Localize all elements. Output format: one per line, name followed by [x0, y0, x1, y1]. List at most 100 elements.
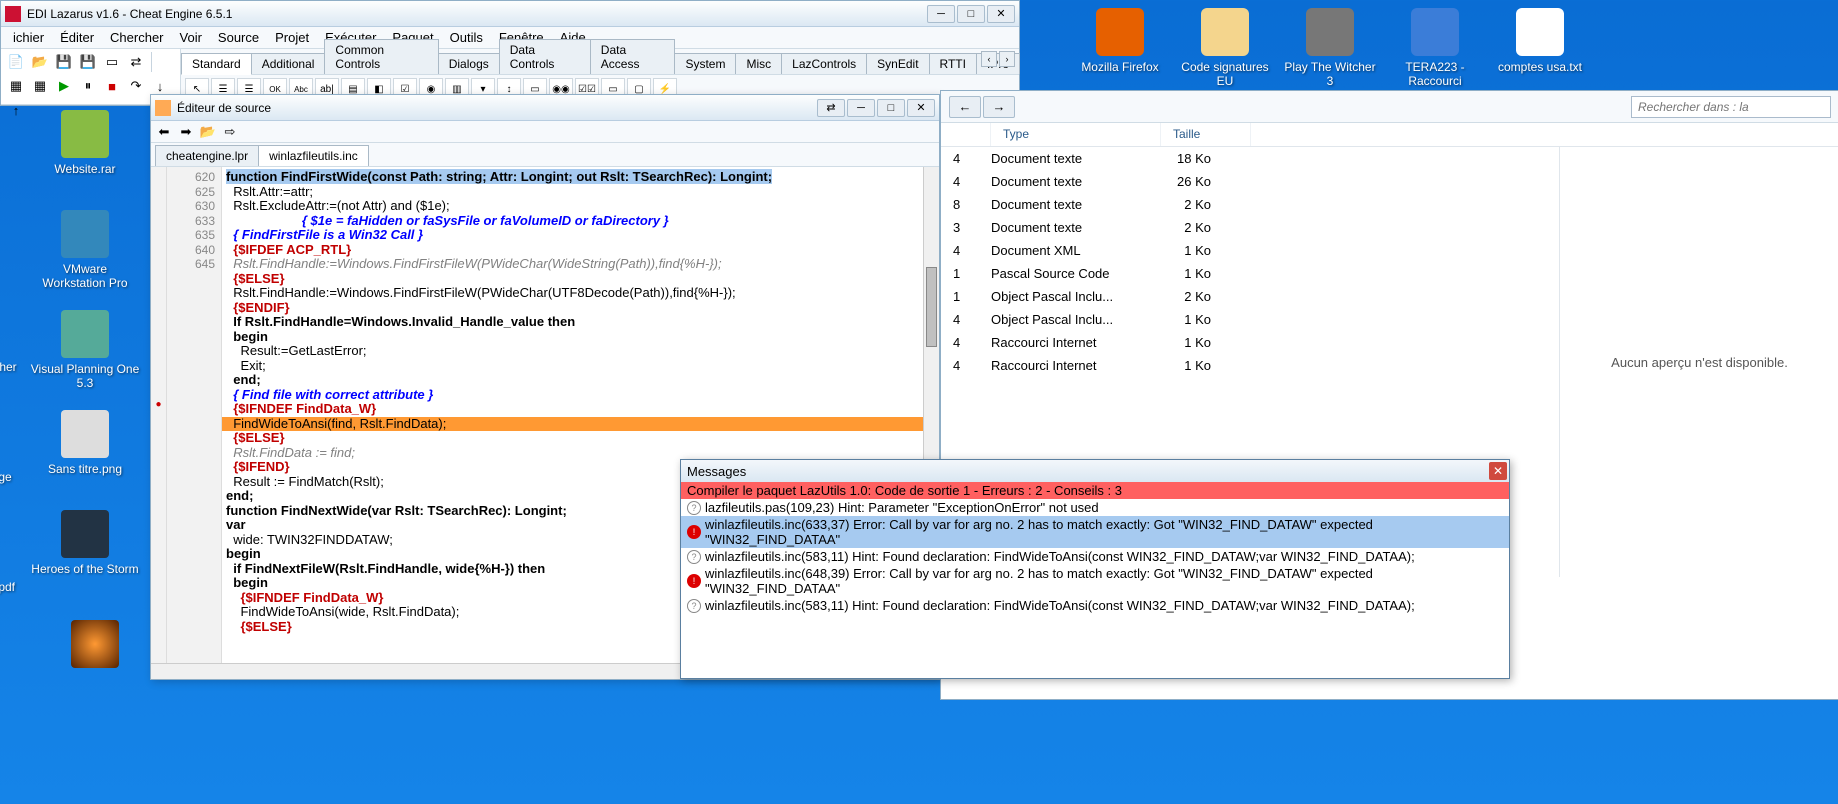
open-button[interactable]: 📂	[29, 51, 51, 73]
file-row[interactable]: 4Document texte26 Ko	[941, 170, 1559, 193]
desktop-icon[interactable]: TERA223 - Raccourci	[1385, 8, 1485, 88]
menu-projet[interactable]: Projet	[267, 28, 317, 47]
desktop-icon[interactable]	[40, 620, 150, 672]
file-row[interactable]: 1Pascal Source Code1 Ko	[941, 262, 1559, 285]
save-button[interactable]: 💾	[53, 51, 75, 73]
app-icon	[1201, 8, 1249, 56]
close-button[interactable]: ✕	[987, 5, 1015, 23]
window-title: EDI Lazarus v1.6 - Cheat Engine 6.5.1	[27, 7, 927, 21]
component-tab-data-controls[interactable]: Data Controls	[499, 39, 591, 74]
pause-button[interactable]: ⏸	[77, 75, 99, 97]
desktop-icon[interactable]: comptes usa.txt	[1490, 8, 1590, 74]
ide-window: EDI Lazarus v1.6 - Cheat Engine 6.5.1 ─ …	[0, 0, 1020, 106]
source-close-button[interactable]: ✕	[907, 99, 935, 117]
desktop-icon-edge[interactable]: .pdf	[0, 580, 20, 594]
titlebar[interactable]: EDI Lazarus v1.6 - Cheat Engine 6.5.1 ─ …	[1, 1, 1019, 27]
message-line[interactable]: ?lazfileutils.pas(109,23) Hint: Paramete…	[681, 499, 1509, 516]
new-form-button[interactable]: ▭	[101, 51, 123, 73]
component-tab-system[interactable]: System	[674, 53, 736, 74]
source-tab[interactable]: cheatengine.lpr	[155, 145, 259, 166]
message-line[interactable]: !winlazfileutils.inc(633,37) Error: Call…	[681, 516, 1509, 548]
search-input[interactable]	[1631, 96, 1831, 118]
source-tabs: cheatengine.lprwinlazfileutils.inc	[151, 143, 939, 167]
messages-titlebar[interactable]: Messages ✕	[681, 460, 1509, 482]
file-row[interactable]: 4Document texte18 Ko	[941, 147, 1559, 170]
nav-back-button[interactable]: ←	[949, 96, 981, 118]
message-line[interactable]: ?winlazfileutils.inc(583,11) Hint: Found…	[681, 597, 1509, 614]
toggle-button[interactable]: ⇄	[125, 51, 147, 73]
component-tab-misc[interactable]: Misc	[735, 53, 782, 74]
file-row[interactable]: 4Object Pascal Inclu...1 Ko	[941, 308, 1559, 331]
maximize-button[interactable]: □	[957, 5, 985, 23]
component-tab-common-controls[interactable]: Common Controls	[324, 39, 438, 74]
source-maximize-button[interactable]: □	[877, 99, 905, 117]
col-size[interactable]: Taille	[1161, 123, 1251, 146]
component-tab-rtti[interactable]: RTTI	[929, 53, 977, 74]
file-row[interactable]: 8Document texte2 Ko	[941, 193, 1559, 216]
new-button[interactable]: 📄	[5, 51, 27, 73]
col-type[interactable]: Type	[991, 123, 1161, 146]
source-minimize-button[interactable]: ─	[847, 99, 875, 117]
step-out-button[interactable]: ↑	[5, 99, 27, 121]
component-tab-lazcontrols[interactable]: LazControls	[781, 53, 867, 74]
forms-button[interactable]: ▦	[29, 75, 51, 97]
component-tab-dialogs[interactable]: Dialogs	[438, 53, 500, 74]
source-titlebar[interactable]: Éditeur de source ⇄ ─ □ ✕	[151, 95, 939, 121]
component-tab-additional[interactable]: Additional	[251, 53, 326, 74]
units-button[interactable]: ▦	[5, 75, 27, 97]
tab-next-button[interactable]: ›	[999, 51, 1015, 67]
save-all-button[interactable]: 💾	[77, 51, 99, 73]
menu-ichier[interactable]: ichier	[5, 28, 52, 47]
stop-button[interactable]: ■	[101, 75, 123, 97]
desktop-icon[interactable]: VMware Workstation Pro	[30, 210, 140, 290]
file-row[interactable]: 4Raccourci Internet1 Ko	[941, 331, 1559, 354]
menu-source[interactable]: Source	[210, 28, 267, 47]
desktop-icon[interactable]: Heroes of the Storm	[30, 510, 140, 576]
desktop-icon[interactable]: Sans titre.png	[30, 410, 140, 476]
component-tab-data-access[interactable]: Data Access	[590, 39, 676, 74]
message-line[interactable]: !winlazfileutils.inc(648,39) Error: Call…	[681, 565, 1509, 597]
minimize-button[interactable]: ─	[927, 5, 955, 23]
menu-voir[interactable]: Voir	[172, 28, 210, 47]
menu-éditer[interactable]: Éditer	[52, 28, 102, 47]
err-icon: !	[687, 574, 701, 588]
source-toolbar: ⬅ ➡ 📂 ⇨	[151, 121, 939, 143]
source-tab[interactable]: winlazfileutils.inc	[258, 145, 369, 166]
desktop-icon[interactable]: Code signatures EU	[1175, 8, 1275, 88]
file-row[interactable]: 4Document XML1 Ko	[941, 239, 1559, 262]
desktop-icon[interactable]: Mozilla Firefox	[1070, 8, 1170, 74]
hint-icon: ?	[687, 550, 701, 564]
preview-pane: Aucun aperçu n'est disponible.	[1559, 147, 1838, 577]
component-tab-standard[interactable]: Standard	[181, 53, 252, 75]
desktop-icon[interactable]: Website.rar	[30, 110, 140, 176]
game-icon	[71, 620, 119, 668]
messages-close-button[interactable]: ✕	[1489, 462, 1507, 480]
app-icon	[1096, 8, 1144, 56]
run-button[interactable]: ▶	[53, 75, 75, 97]
message-line[interactable]: ?winlazfileutils.inc(583,11) Hint: Found…	[681, 548, 1509, 565]
nav-fwd-icon[interactable]: ➡	[177, 123, 195, 141]
messages-title: Messages	[687, 464, 746, 479]
app-icon	[61, 110, 109, 158]
app-icon	[1306, 8, 1354, 56]
source-sync-button[interactable]: ⇄	[817, 99, 845, 117]
menu-chercher[interactable]: Chercher	[102, 28, 171, 47]
component-tab-synedit[interactable]: SynEdit	[866, 53, 929, 74]
file-row[interactable]: 4Raccourci Internet1 Ko	[941, 354, 1559, 377]
file-row[interactable]: 3Document texte2 Ko	[941, 216, 1559, 239]
desktop-icon[interactable]: Visual Planning One 5.3	[30, 310, 140, 390]
menu-outils[interactable]: Outils	[442, 28, 491, 47]
desktop-icon[interactable]: Play The Witcher 3	[1280, 8, 1380, 88]
gutter: 620625630633635640645	[167, 167, 222, 679]
desktop-icon-edge[interactable]: ge	[0, 470, 20, 484]
nav-fwd-button[interactable]: →	[983, 96, 1015, 118]
src-save-icon[interactable]: ⇨	[221, 123, 239, 141]
file-row[interactable]: 1Object Pascal Inclu...2 Ko	[941, 285, 1559, 308]
compiler-summary[interactable]: Compiler le paquet LazUtils 1.0: Code de…	[681, 482, 1509, 499]
step-over-button[interactable]: ↷	[125, 75, 147, 97]
tab-prev-button[interactable]: ‹	[981, 51, 997, 67]
nav-back-icon[interactable]: ⬅	[155, 123, 173, 141]
src-open-icon[interactable]: 📂	[199, 123, 217, 141]
app-icon	[61, 210, 109, 258]
desktop-icon-edge[interactable]: cher	[0, 360, 20, 374]
